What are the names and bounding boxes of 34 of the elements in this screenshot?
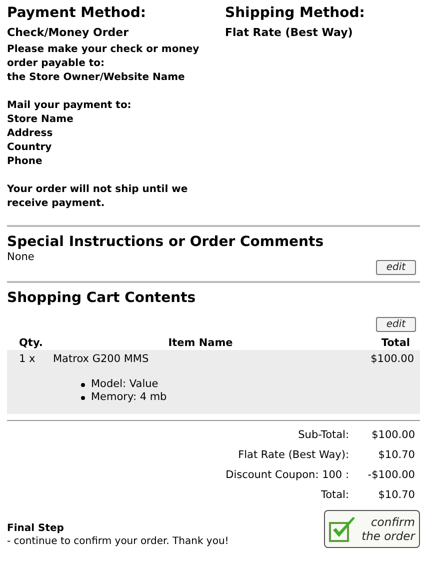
edit-button[interactable]: edit (376, 260, 416, 275)
total-value: -$100.00 (366, 469, 415, 482)
total-value: $10.70 (377, 489, 415, 502)
column-header: Qty. (19, 336, 44, 350)
comments-text: None (7, 251, 36, 264)
total-label: Sub-Total: (297, 429, 349, 442)
shipping-method: Flat Rate (Best Way) (225, 26, 354, 40)
quantity: 1 x (19, 353, 36, 366)
section-heading: Shipping Method: (225, 4, 366, 22)
section-heading: Shopping Cart Contents (7, 289, 197, 307)
product-name: Matrox G200 MMS (53, 353, 150, 366)
line-total: $100.00 (370, 353, 414, 366)
total-value: $100.00 (370, 429, 415, 442)
edit-button[interactable]: edit (376, 317, 416, 332)
product-attribute: Memory: 4 mb (91, 391, 167, 404)
column-header: Item Name (167, 336, 234, 350)
total-label: Flat Rate (Best Way): (237, 449, 349, 462)
payment-instructions: Your order will not ship until we receive payment. (7, 183, 189, 211)
payment-instructions: Please make your check or money order payable to: the Store Owner/Website Name (7, 43, 200, 85)
final-step-title: Final Step (7, 522, 65, 535)
total-value: $10.70 (377, 449, 415, 462)
checkmark-icon (328, 515, 358, 543)
final-step-text: - continue to confirm your order. Thank you! (7, 535, 229, 548)
payment-instructions: Mail your payment to: Store Name Address Country Phone (7, 99, 132, 169)
payment-method: Check/Money Order (7, 26, 130, 40)
product-attribute: Model: Value (91, 378, 158, 391)
section-heading: Payment Method: (7, 4, 147, 22)
column-header: Total (380, 336, 411, 350)
confirm-order-button[interactable]: confirm the order (324, 510, 420, 548)
section-heading: Special Instructions or Order Comments (7, 233, 325, 251)
bullet-icon (81, 382, 85, 386)
bullet-icon (81, 396, 85, 400)
total-label: Discount Coupon: 100 : (224, 469, 349, 482)
total-label: Total: (320, 489, 349, 502)
